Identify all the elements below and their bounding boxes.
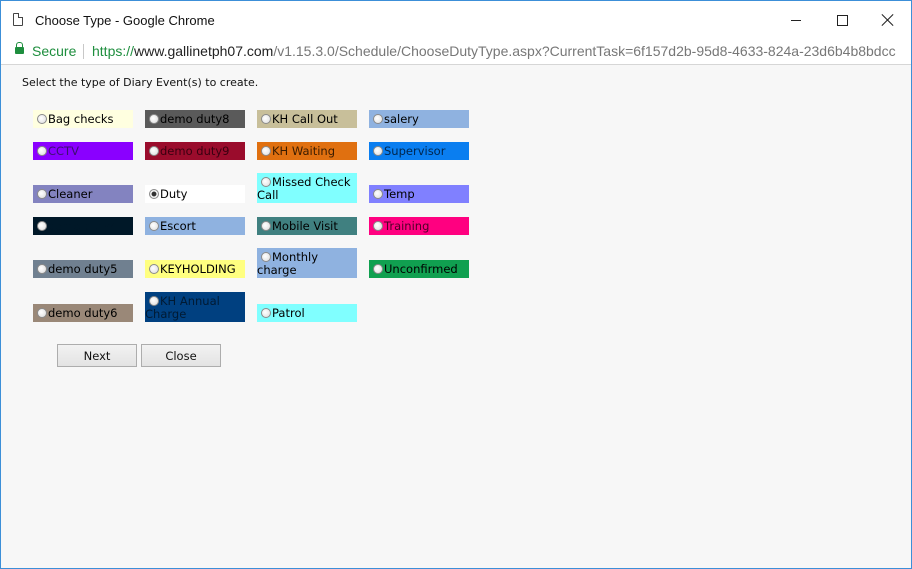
- option-missed-check-call[interactable]: Missed Check Call: [257, 173, 357, 203]
- radio-button[interactable]: [37, 189, 47, 199]
- option-monthly-charge[interactable]: Monthly charge: [257, 248, 357, 278]
- instruction-text: Select the type of Diary Event(s) to cre…: [22, 76, 259, 89]
- radio-button[interactable]: [37, 264, 47, 274]
- radio-button[interactable]: [373, 146, 383, 156]
- option-label: Cleaner: [48, 187, 93, 201]
- radio-button[interactable]: [261, 146, 271, 156]
- option-keyholding[interactable]: KEYHOLDING: [145, 260, 245, 278]
- radio-button[interactable]: [373, 221, 383, 231]
- minimize-button[interactable]: [773, 1, 819, 39]
- option-label: KEYHOLDING: [160, 262, 236, 276]
- close-icon: [882, 14, 894, 26]
- radio-button[interactable]: [149, 114, 159, 124]
- option-patrol[interactable]: Patrol: [257, 304, 357, 322]
- title-bar: Choose Type - Google Chrome: [1, 1, 911, 39]
- option-mobile-visit[interactable]: Mobile Visit: [257, 217, 357, 235]
- url-scheme: https://: [92, 43, 135, 59]
- option-demo-duty5[interactable]: demo duty5: [33, 260, 133, 278]
- radio-button[interactable]: [37, 221, 47, 231]
- radio-button[interactable]: [149, 296, 159, 306]
- option-kh-call-out[interactable]: KH Call Out: [257, 110, 357, 128]
- option-label: Bag checks: [48, 112, 114, 126]
- option-label: Patrol: [272, 306, 305, 320]
- option-demo-duty4[interactable]: demo duty4: [33, 217, 133, 235]
- radio-button[interactable]: [149, 146, 159, 156]
- radio-button[interactable]: [149, 189, 159, 199]
- option-cleaner[interactable]: Cleaner: [33, 185, 133, 203]
- option-label: KH Waiting: [272, 144, 336, 158]
- radio-button[interactable]: [261, 221, 271, 231]
- url-field[interactable]: https://www.gallinetph07.com/v1.15.3.0/S…: [92, 43, 902, 59]
- option-duty[interactable]: Duty: [145, 185, 245, 203]
- lock-icon[interactable]: [15, 42, 24, 54]
- radio-button[interactable]: [261, 308, 271, 318]
- option-kh-annual-charge[interactable]: KH Annual Charge: [145, 292, 245, 322]
- option-label: Unconfirmed: [384, 262, 458, 276]
- radio-button[interactable]: [149, 264, 159, 274]
- option-cctv[interactable]: CCTV: [33, 142, 133, 160]
- next-button[interactable]: Next: [57, 344, 137, 367]
- option-label: demo duty5: [48, 262, 118, 276]
- option-label: CCTV: [48, 144, 79, 158]
- option-label: demo duty4: [48, 219, 118, 233]
- option-label: Training: [384, 219, 430, 233]
- radio-button[interactable]: [149, 221, 159, 231]
- radio-button[interactable]: [37, 308, 47, 318]
- option-demo-duty6[interactable]: demo duty6: [33, 304, 133, 322]
- url-path: /v1.15.3.0/Schedule/ChooseDutyType.aspx?…: [273, 43, 896, 59]
- option-label: salery: [384, 112, 419, 126]
- option-salery[interactable]: salery: [369, 110, 469, 128]
- option-label: Supervisor: [384, 144, 446, 158]
- option-demo-duty8[interactable]: demo duty8: [145, 110, 245, 128]
- option-kh-waiting[interactable]: KH Waiting: [257, 142, 357, 160]
- radio-button[interactable]: [373, 114, 383, 124]
- radio-button[interactable]: [261, 114, 271, 124]
- radio-button[interactable]: [373, 264, 383, 274]
- option-temp[interactable]: Temp: [369, 185, 469, 203]
- option-escort[interactable]: Escort: [145, 217, 245, 235]
- radio-button[interactable]: [261, 252, 271, 262]
- option-label: KH Call Out: [272, 112, 338, 126]
- radio-button[interactable]: [261, 177, 271, 187]
- minimize-icon: [791, 19, 801, 21]
- browser-window: Choose Type - Google Chrome Secure https…: [0, 0, 912, 569]
- close-button[interactable]: Close: [141, 344, 221, 367]
- page-content: Select the type of Diary Event(s) to cre…: [1, 65, 911, 568]
- option-label: Escort: [160, 219, 196, 233]
- option-training[interactable]: Training: [369, 217, 469, 235]
- option-label: demo duty8: [160, 112, 230, 126]
- radio-button[interactable]: [373, 189, 383, 199]
- url-host: www.gallinetph07.com: [134, 43, 274, 59]
- close-window-button[interactable]: [865, 1, 911, 39]
- option-demo-duty9[interactable]: demo duty9: [145, 142, 245, 160]
- option-label: Temp: [384, 187, 415, 201]
- radio-button[interactable]: [37, 146, 47, 156]
- radio-button[interactable]: [37, 114, 47, 124]
- address-divider: [83, 44, 84, 59]
- maximize-button[interactable]: [819, 1, 865, 39]
- maximize-icon: [836, 14, 848, 26]
- option-label: demo duty9: [160, 144, 230, 158]
- secure-label[interactable]: Secure: [32, 43, 76, 59]
- option-label: Missed Check Call: [257, 175, 351, 202]
- option-label: Duty: [160, 187, 188, 201]
- window-title: Choose Type - Google Chrome: [35, 13, 215, 28]
- option-label: demo duty6: [48, 306, 118, 320]
- option-supervisor[interactable]: Supervisor: [369, 142, 469, 160]
- option-bag-checks[interactable]: Bag checks: [33, 110, 133, 128]
- option-label: Mobile Visit: [272, 219, 338, 233]
- address-bar[interactable]: Secure https://www.gallinetph07.com/v1.1…: [1, 39, 911, 65]
- option-unconfirmed[interactable]: Unconfirmed: [369, 260, 469, 278]
- page-icon: [13, 13, 23, 26]
